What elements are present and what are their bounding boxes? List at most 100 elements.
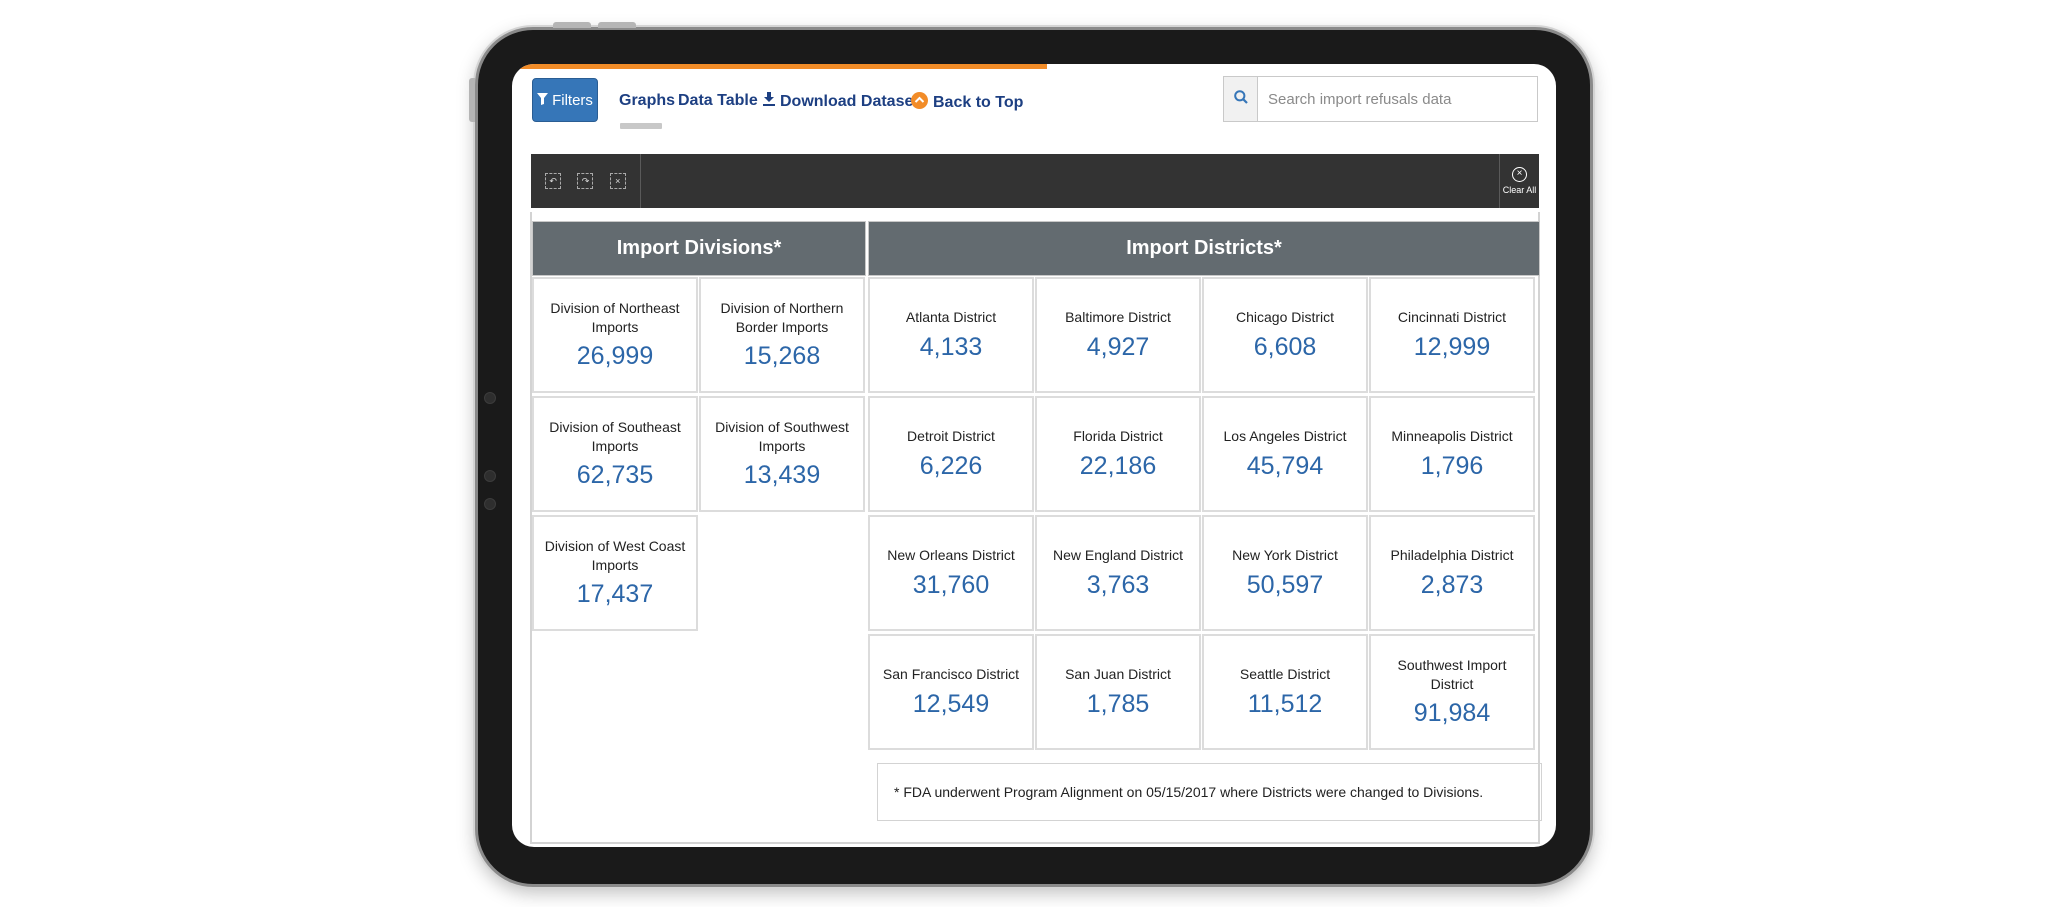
tab-data-table-label: Data Table (678, 92, 758, 109)
card-value: 1,785 (1086, 689, 1150, 718)
card-label: Division of West Coast Imports (544, 537, 686, 573)
footnote: * FDA underwent Program Alignment on 05/… (877, 763, 1542, 821)
search-button[interactable] (1224, 77, 1258, 121)
district-card[interactable]: New Orleans District 31,760 (868, 515, 1034, 631)
clear-all-label: Clear All (1502, 185, 1537, 195)
division-card[interactable]: Division of Northern Border Imports 15,2… (699, 277, 865, 393)
card-value: 11,512 (1247, 689, 1323, 718)
clear-all-button[interactable]: × Clear All (1499, 154, 1539, 208)
card-label: Philadelphia District (1390, 547, 1514, 564)
district-card[interactable]: Detroit District 6,226 (868, 396, 1034, 512)
card-label: San Juan District (1065, 666, 1171, 683)
card-value: 1,796 (1420, 451, 1484, 480)
card-label: Florida District (1073, 428, 1163, 445)
step-forward-icon[interactable]: ↷ (577, 173, 594, 189)
card-label: New Orleans District (887, 547, 1015, 564)
clear-selection-icon[interactable]: × (609, 173, 626, 189)
division-card[interactable]: Division of Southeast Imports 62,735 (532, 396, 698, 512)
card-label: San Francisco District (882, 666, 1020, 683)
card-value: 4,927 (1086, 332, 1150, 361)
tablet-top-button (553, 22, 591, 28)
card-label: Minneapolis District (1391, 428, 1513, 445)
district-card[interactable]: Cincinnati District 12,999 (1369, 277, 1535, 393)
divisions-header: Import Divisions* (532, 221, 866, 276)
card-value: 31,760 (912, 570, 990, 599)
card-value: 13,439 (743, 461, 821, 490)
card-label: Division of Northeast Imports (550, 299, 680, 335)
district-card[interactable]: Baltimore District 4,927 (1035, 277, 1201, 393)
card-label: New York District (1232, 547, 1338, 564)
district-card[interactable]: San Juan District 1,785 (1035, 634, 1201, 750)
card-label: Baltimore District (1065, 309, 1171, 326)
card-label: Chicago District (1235, 309, 1335, 326)
filters-label: Filters (552, 91, 593, 109)
tablet-top-button (598, 22, 636, 28)
card-value: 17,437 (576, 580, 654, 609)
division-card[interactable]: Division of West Coast Imports 17,437 (532, 515, 698, 631)
district-card[interactable]: San Francisco District 12,549 (868, 634, 1034, 750)
card-value: 4,133 (919, 332, 983, 361)
card-value: 62,735 (576, 461, 654, 490)
card-label: Division of Northern Border Imports (720, 299, 844, 335)
download-icon (763, 92, 775, 111)
district-card[interactable]: Philadelphia District 2,873 (1369, 515, 1535, 631)
card-label: Los Angeles District (1223, 428, 1347, 445)
tablet-sensor (484, 392, 496, 404)
tablet-sensor (484, 470, 496, 482)
card-value: 6,226 (919, 451, 983, 480)
district-card[interactable]: Chicago District 6,608 (1202, 277, 1368, 393)
search-bar (1223, 76, 1538, 122)
active-tab-indicator (620, 123, 662, 129)
selection-toolbar: ↶ ↷ × × Clear All (531, 154, 1539, 208)
download-dataset-link[interactable]: Download Dataset (763, 92, 919, 111)
card-value: 22,186 (1079, 451, 1157, 480)
search-icon (1233, 89, 1248, 109)
selection-tools: ↶ ↷ × (531, 154, 641, 208)
back-to-top-label: Back to Top (933, 94, 1024, 111)
card-label: New England District (1053, 547, 1183, 564)
search-input[interactable] (1258, 77, 1537, 121)
tablet-screen: Filters Graphs Data Table Download Datas… (512, 64, 1556, 847)
card-value: 15,268 (743, 342, 821, 371)
arrow-up-circle-icon (911, 92, 928, 114)
division-card[interactable]: Division of Northeast Imports 26,999 (532, 277, 698, 393)
district-card[interactable]: Atlanta District 4,133 (868, 277, 1034, 393)
filter-funnel-icon (537, 92, 549, 109)
card-label: Division of Southwest Imports (715, 418, 849, 454)
card-label: Division of Southeast Imports (549, 418, 681, 454)
card-value: 50,597 (1246, 570, 1324, 599)
card-value: 12,549 (912, 689, 990, 718)
card-value: 91,984 (1413, 699, 1491, 728)
page-progress-bar (512, 64, 1047, 69)
district-card[interactable]: Los Angeles District 45,794 (1202, 396, 1368, 512)
step-back-icon[interactable]: ↶ (545, 173, 562, 189)
district-card[interactable]: New York District 50,597 (1202, 515, 1368, 631)
card-value: 3,763 (1086, 570, 1150, 599)
district-card[interactable]: Seattle District 11,512 (1202, 634, 1368, 750)
back-to-top-link[interactable]: Back to Top (911, 92, 1023, 114)
tablet-side-button (469, 78, 475, 122)
close-circle-icon: × (1512, 167, 1527, 182)
card-label: Atlanta District (905, 309, 997, 326)
card-label: Seattle District (1239, 666, 1331, 683)
district-card[interactable]: Florida District 22,186 (1035, 396, 1201, 512)
division-card[interactable]: Division of Southwest Imports 13,439 (699, 396, 865, 512)
filters-button[interactable]: Filters (532, 78, 598, 122)
tab-graphs[interactable]: Graphs (619, 92, 675, 110)
card-value: 6,608 (1253, 332, 1317, 361)
card-value: 2,873 (1420, 570, 1484, 599)
tab-data-table[interactable]: Data Table (678, 92, 758, 110)
card-label: Cincinnati District (1397, 309, 1507, 326)
card-value: 45,794 (1246, 451, 1324, 480)
tab-graphs-label: Graphs (619, 92, 676, 109)
card-value: 26,999 (576, 342, 654, 371)
districts-header: Import Districts* (868, 221, 1540, 276)
district-card[interactable]: New England District 3,763 (1035, 515, 1201, 631)
card-value: 12,999 (1413, 332, 1491, 361)
card-label: Southwest Import District (1397, 656, 1507, 692)
download-dataset-label: Download Dataset (780, 92, 919, 110)
tablet-sensor (484, 498, 496, 510)
district-card[interactable]: Southwest Import District 91,984 (1369, 634, 1535, 750)
district-card[interactable]: Minneapolis District 1,796 (1369, 396, 1535, 512)
card-label: Detroit District (907, 428, 995, 445)
